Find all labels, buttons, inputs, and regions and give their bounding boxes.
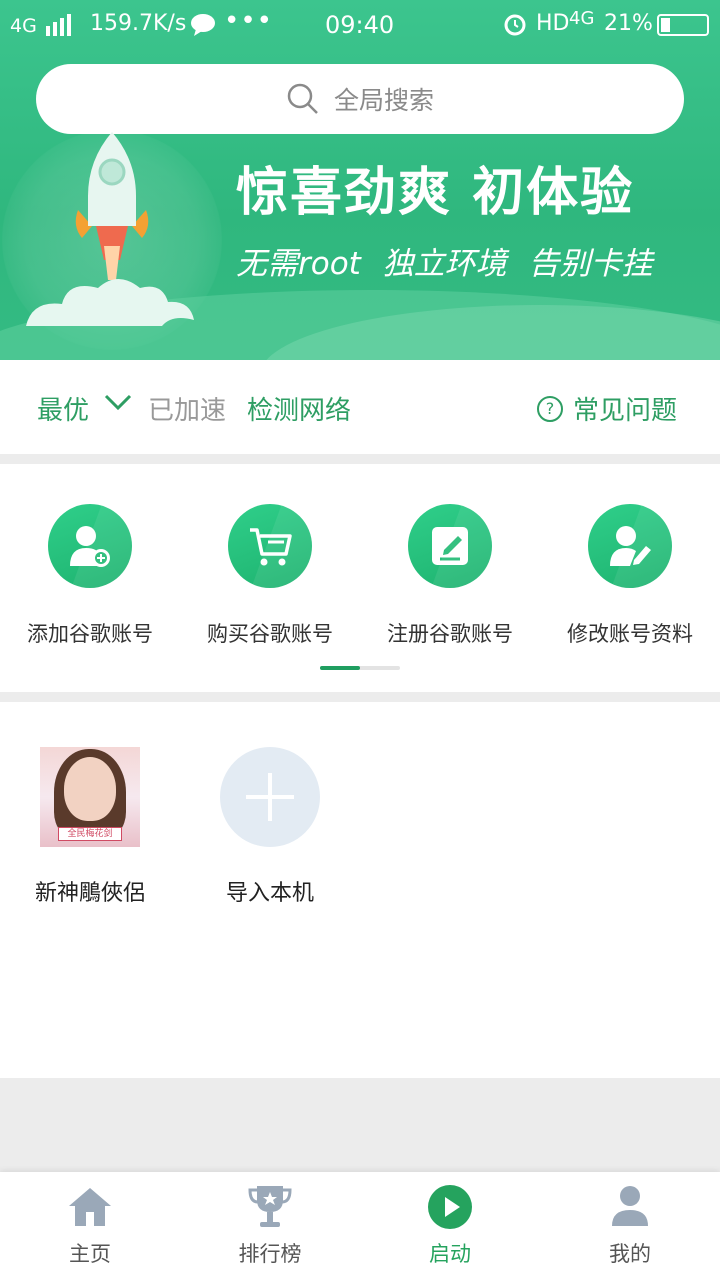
tab-ranking[interactable]: 排行榜 [180, 1184, 360, 1268]
chat-icon [190, 13, 216, 43]
edit-account-info-button[interactable]: 修改账号资料 [540, 504, 720, 648]
page-indicator [320, 666, 400, 670]
search-input[interactable]: 全局搜索 [36, 64, 684, 134]
faq-label: 常见问题 [573, 396, 678, 426]
cart-icon [250, 528, 292, 566]
rocket-illustration [26, 132, 194, 326]
network-speed: 159.7K/s [90, 11, 187, 36]
tab-label: 主页 [69, 1242, 111, 1266]
import-local-app-button[interactable]: 导入本机 [180, 747, 360, 907]
accelerate-status: 已加速 [148, 396, 227, 426]
play-icon [428, 1185, 472, 1229]
shortcut-label: 添加谷歌账号 [27, 622, 153, 646]
user-edit-icon [610, 526, 651, 566]
bottom-tab-bar: 主页 排行榜 启动 我的 [0, 1172, 720, 1280]
faq-button[interactable]: ? 常见问题 [537, 390, 677, 427]
tab-launch[interactable]: 启动 [360, 1184, 540, 1268]
battery-icon [657, 14, 709, 36]
app-name: 导入本机 [225, 881, 314, 906]
add-user-icon [70, 526, 110, 567]
question-icon: ? [537, 395, 563, 422]
check-network-button[interactable]: 检测网络 [247, 390, 351, 427]
tab-label: 我的 [609, 1242, 651, 1266]
search-icon [287, 83, 318, 114]
tab-mine[interactable]: 我的 [540, 1184, 720, 1268]
trophy-icon [248, 1186, 292, 1227]
plus-icon [220, 747, 320, 847]
accelerate-bar: 最优 已加速 检测网络 ? 常见问题 [0, 360, 720, 454]
add-google-account-button[interactable]: 添加谷歌账号 [0, 504, 180, 648]
network-type: 4G [10, 15, 37, 37]
chevron-down-icon[interactable] [104, 392, 132, 412]
tab-home[interactable]: 主页 [0, 1184, 180, 1268]
app-grid: 全民梅花剑 新神鵰俠侶 导入本机 [0, 702, 720, 1078]
banner: 4G 159.7K/s ••• 09:40 HD 4G 21% 全局搜索 惊喜劲… [0, 0, 720, 360]
account-shortcuts: 添加谷歌账号 购买谷歌账号 注册谷歌账号 修改账号资料 [0, 464, 720, 692]
network-type-right: 4G [569, 8, 595, 29]
game-badge: 全民梅花剑 [58, 827, 122, 841]
banner-subline: 无需root 独立环境 告别卡挂 [236, 246, 653, 282]
battery-percent: 21% [604, 11, 653, 36]
banner-headline: 惊喜劲爽 初体验 [236, 163, 635, 223]
app-item[interactable]: 全民梅花剑 新神鵰俠侶 [0, 747, 180, 907]
more-notifications: ••• [224, 6, 274, 36]
shortcut-label: 修改账号资料 [567, 622, 693, 646]
edit-icon [432, 527, 468, 565]
tab-label: 排行榜 [238, 1242, 302, 1266]
register-google-account-button[interactable]: 注册谷歌账号 [360, 504, 540, 648]
shortcut-label: 注册谷歌账号 [387, 622, 513, 646]
route-mode-selector[interactable]: 最优 [37, 390, 89, 427]
status-bar: 4G 159.7K/s ••• 09:40 HD 4G 21% [0, 0, 720, 52]
signal-icon [46, 14, 76, 36]
user-icon [612, 1186, 648, 1226]
tab-label: 启动 [429, 1242, 471, 1266]
app-name: 新神鵰俠侶 [34, 881, 145, 906]
alarm-icon [503, 12, 527, 42]
game-icon: 全民梅花剑 [40, 747, 140, 847]
search-placeholder: 全局搜索 [333, 86, 434, 115]
shortcut-label: 购买谷歌账号 [207, 622, 333, 646]
home-icon [69, 1188, 111, 1226]
clock: 09:40 [325, 11, 395, 39]
buy-google-account-button[interactable]: 购买谷歌账号 [180, 504, 360, 648]
hd-indicator: HD [536, 11, 570, 36]
